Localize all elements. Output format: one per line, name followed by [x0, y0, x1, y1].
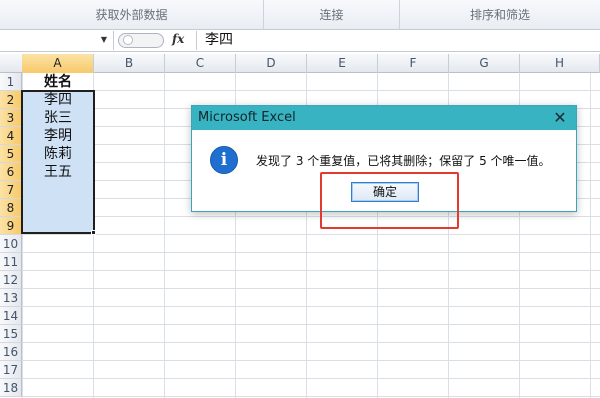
column-header-b[interactable]: B — [94, 54, 165, 73]
close-icon[interactable]: ✕ — [550, 106, 570, 130]
column-headers: A B C D E F G H — [0, 54, 600, 73]
dialog-title: Microsoft Excel — [198, 110, 296, 125]
insert-function-icon[interactable]: fx — [172, 32, 184, 46]
ribbon-group-get-external-data[interactable]: 获取外部数据 — [0, 0, 264, 30]
formula-toggle[interactable] — [118, 33, 164, 48]
dialog-title-bar[interactable]: Microsoft Excel ✕ — [192, 106, 576, 130]
column-header-e[interactable]: E — [307, 54, 378, 73]
row-header-1[interactable]: 1 — [0, 73, 22, 91]
column-header-c[interactable]: C — [165, 54, 236, 73]
info-icon: i — [210, 146, 238, 174]
row-header-14[interactable]: 14 — [0, 307, 22, 325]
column-header-d[interactable]: D — [236, 54, 307, 73]
row-header-16[interactable]: 16 — [0, 343, 22, 361]
annotation-highlight-box — [320, 172, 459, 229]
row-header-15[interactable]: 15 — [0, 325, 22, 343]
row-header-7[interactable]: 7 — [0, 181, 22, 199]
ribbon-group-labels: 获取外部数据 连接 排序和筛选 — [0, 0, 600, 30]
formula-buttons: fx — [114, 31, 192, 50]
row-header-10[interactable]: 10 — [0, 235, 22, 253]
row-header-3[interactable]: 3 — [0, 109, 22, 127]
row-header-13[interactable]: 13 — [0, 289, 22, 307]
row-header-11[interactable]: 11 — [0, 253, 22, 271]
chevron-down-icon[interactable]: ▼ — [101, 35, 107, 44]
row-header-4[interactable]: 4 — [0, 127, 22, 145]
formula-bar: ▼ fx 李四 — [0, 30, 600, 52]
row-header-17[interactable]: 17 — [0, 361, 22, 379]
row-header-5[interactable]: 5 — [0, 145, 22, 163]
fill-handle[interactable] — [91, 230, 96, 235]
excel-window: 获取外部数据 连接 排序和筛选 ▼ fx 李四 A B C D E F G H … — [0, 0, 600, 398]
column-header-g[interactable]: G — [449, 54, 520, 73]
row-header-8[interactable]: 8 — [0, 199, 22, 217]
cell-a1[interactable]: 姓名 — [22, 73, 94, 91]
column-header-h[interactable]: H — [520, 54, 600, 73]
row-header-18[interactable]: 18 — [0, 379, 22, 397]
row-header-9[interactable]: 9 — [0, 217, 22, 235]
toggle-knob-icon — [123, 35, 133, 45]
formula-input[interactable]: 李四 — [196, 31, 600, 50]
ribbon-group-sort-filter[interactable]: 排序和筛选 — [400, 0, 600, 30]
row-header-2[interactable]: 2 — [0, 91, 22, 109]
dialog-message: 发现了 3 个重复值，已将其删除；保留了 5 个唯一值。 — [256, 154, 551, 168]
name-box[interactable]: ▼ — [0, 31, 114, 50]
ribbon-group-connections[interactable]: 连接 — [264, 0, 400, 30]
row-header-6[interactable]: 6 — [0, 163, 22, 181]
column-header-a[interactable]: A — [22, 54, 94, 73]
selection-border — [21, 90, 95, 234]
row-header-12[interactable]: 12 — [0, 271, 22, 289]
column-header-f[interactable]: F — [378, 54, 449, 73]
